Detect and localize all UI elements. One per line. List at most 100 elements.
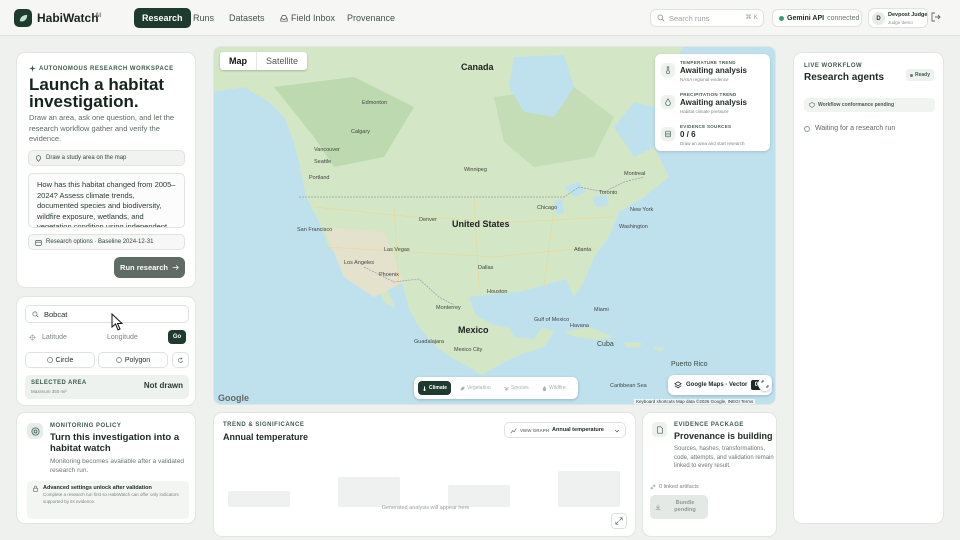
trend-eyebrow: Trend & significance (223, 422, 305, 428)
api-status-pill: Gemini API connected (772, 9, 862, 27)
latitude-input[interactable]: Latitude (25, 329, 97, 346)
arrow-right-icon (172, 265, 179, 270)
bundle-label: Bundle pending (674, 500, 696, 513)
map-attribution[interactable]: Keyboard shortcuts Map data ©2026 Google… (634, 399, 756, 404)
habiwatch-logo-icon[interactable] (14, 9, 32, 27)
search-runs-input[interactable]: Search runs ⌘ K (650, 9, 764, 27)
selected-area-value: Not drawn (143, 381, 183, 390)
basemap-selector[interactable]: Google Maps · Vector 0 (668, 375, 772, 395)
label-mexico: Mexico (458, 325, 489, 335)
layers-icon (674, 381, 682, 389)
city-label: Mexico City (454, 347, 483, 353)
advanced-description: Complete a research run first so HabiWat… (43, 492, 179, 504)
waiting-label: Waiting for a research run (815, 125, 896, 132)
user-menu[interactable]: D Devpost Judge Judge demo (868, 8, 928, 28)
city-label: Miami (594, 307, 609, 313)
trend-title: Annual temperature (223, 432, 309, 442)
tab-map[interactable]: Map (220, 52, 256, 70)
city-label: Denver (419, 217, 437, 223)
city-label: Vancouver (314, 147, 340, 153)
chart-placeholder (228, 471, 620, 507)
expand-icon (615, 517, 623, 525)
city-label: Monterrey (436, 305, 461, 311)
temperature-trend-sub: NASA regional evidence (680, 77, 729, 82)
avatar: D (872, 12, 885, 25)
trend-significance-card: Trend & significance Annual temperature … (213, 412, 636, 537)
city-label: Phoenix (379, 272, 399, 278)
polygon-tool-button[interactable]: Polygon (98, 352, 168, 368)
bundle-pending-button[interactable]: Bundle pending (650, 495, 708, 519)
api-status: connected (827, 14, 860, 22)
circle-tool-button[interactable]: Circle (25, 352, 95, 368)
layer-vegetation[interactable]: Vegetation (456, 381, 495, 395)
temperature-trend-value: Awaiting analysis (680, 66, 747, 75)
reset-shape-button[interactable] (172, 352, 189, 368)
advanced-title: Advanced settings unlock after validatio… (43, 485, 152, 491)
crosshair-icon (29, 334, 36, 341)
link-icon (650, 484, 656, 490)
evidence-sources-sub: Draw an area and start research (680, 141, 745, 146)
nav-datasets[interactable]: Datasets (221, 8, 273, 28)
user-role: Judge demo (888, 20, 913, 25)
layer-species[interactable]: Species (500, 381, 533, 395)
fullscreen-map-button[interactable] (758, 377, 772, 391)
calendar-icon (35, 239, 42, 246)
city-label: Edmonton (362, 100, 388, 106)
radar-icon (27, 423, 43, 439)
download-icon (655, 504, 661, 510)
research-question-textarea[interactable]: How has this habitat changed from 2005–2… (28, 173, 185, 228)
label-united-states: United States (452, 219, 510, 229)
location-search-input[interactable]: Bobcat (25, 305, 189, 323)
precipitation-trend: Precipitation trend Awaiting analysis Ha… (661, 92, 765, 120)
launch-eyebrow-text: Autonomous research workspace (39, 65, 174, 72)
expand-chart-button[interactable] (611, 513, 627, 529)
workflow-conformance: Workflow conformance pending (804, 98, 935, 112)
graph-selector[interactable]: View graph Annual temperature (504, 422, 626, 438)
workflow-conformance-label: Workflow conformance pending (818, 102, 895, 108)
circle-label: Circle (55, 356, 74, 364)
tab-satellite[interactable]: Satellite (256, 52, 307, 70)
city-label: Los Angeles (344, 260, 374, 266)
city-label: Washington (619, 224, 648, 230)
chart-placeholder-note: Generated analysis will appear here (381, 505, 470, 511)
chevron-down-icon (614, 429, 620, 433)
status-badge-label: Ready (914, 72, 930, 78)
latitude-placeholder: Latitude (42, 334, 67, 341)
inbox-icon (280, 15, 288, 22)
agents-eyebrow: Live workflow (804, 63, 863, 69)
research-options-button[interactable]: Research options · Baseline 2024-12-31 (28, 234, 185, 250)
location-search-value: Bobcat (44, 309, 68, 319)
leaf-icon (460, 386, 465, 390)
monitor-description: Monitoring becomes available after a val… (50, 458, 185, 474)
evidence-sources-key: Evidence sources (680, 124, 732, 129)
droplet-icon (661, 95, 675, 109)
polygon-label: Polygon (124, 356, 151, 364)
graph-selector-value: Annual temperature (552, 427, 604, 433)
longitude-input[interactable]: Longitude (107, 329, 165, 346)
waiting-status: Waiting for a research run (804, 125, 895, 132)
layer-wildfire[interactable]: Wildfire (538, 381, 570, 395)
logout-icon[interactable] (931, 12, 941, 22)
pending-circle-icon (804, 125, 810, 132)
chart-icon (510, 427, 517, 433)
go-button[interactable]: Go (168, 330, 186, 344)
launch-eyebrow: Autonomous research workspace (29, 65, 174, 72)
status-badge: Ready (906, 69, 934, 81)
nav-field-inbox[interactable]: Field Inbox (272, 8, 343, 28)
brand-ai-badge: AI (95, 13, 101, 19)
nav-provenance[interactable]: Provenance (339, 8, 403, 28)
run-research-button[interactable]: Run research (114, 257, 185, 278)
city-label: Las Vegas (384, 247, 410, 253)
city-label: Winnipeg (464, 167, 487, 173)
draw-study-area-button[interactable]: Draw a study area on the map (28, 150, 185, 166)
climate-trend-panel: Temperature trend Awaiting analysis NASA… (655, 54, 770, 151)
map-type-tabs: Map Satellite (220, 52, 308, 70)
nav-runs[interactable]: Runs (185, 8, 222, 28)
city-label: Seattle (314, 159, 332, 165)
layer-climate[interactable]: Climate (418, 381, 452, 395)
monitoring-policy-card: Monitoring policy Turn this investigatio… (16, 412, 196, 524)
city-label: Portland (309, 175, 330, 181)
nav-research[interactable]: Research (134, 8, 191, 28)
thermometer-icon (423, 386, 426, 391)
map-canvas[interactable]: Map Satellite Canada United States Mexic… (213, 46, 776, 405)
